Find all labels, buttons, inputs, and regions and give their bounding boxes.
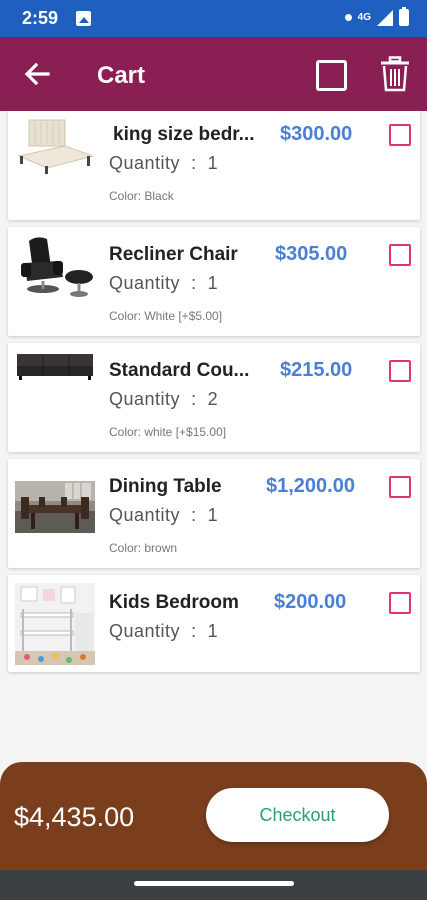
item-color: Color: White [+$5.00] xyxy=(109,309,223,323)
system-nav-bar xyxy=(0,870,427,900)
status-bar: 2:59 4G xyxy=(0,0,427,37)
item-checkbox[interactable] xyxy=(389,592,411,614)
image-notification-icon xyxy=(76,11,91,26)
item-quantity: Quantity : 1 xyxy=(109,505,219,525)
signal-icon xyxy=(377,9,393,26)
item-name: Standard Cou... xyxy=(109,360,250,381)
item-checkbox[interactable] xyxy=(389,360,411,382)
item-quantity: Quantity : 1 xyxy=(109,153,219,173)
item-checkbox[interactable] xyxy=(389,476,411,498)
select-all-checkbox[interactable] xyxy=(316,60,347,91)
item-price: $1,200.00 xyxy=(266,475,355,497)
item-checkbox[interactable] xyxy=(389,124,411,146)
bed-frame-image xyxy=(15,116,95,176)
status-time: 2:59 xyxy=(22,8,59,28)
cart-total: $4,435.00 xyxy=(14,802,135,832)
checkout-button[interactable]: Checkout xyxy=(206,788,389,842)
item-name: king size bedr... xyxy=(113,124,255,145)
kids-bedroom-image xyxy=(15,583,95,665)
dot-icon xyxy=(344,14,352,21)
item-name: Dining Table xyxy=(109,476,222,497)
home-indicator[interactable] xyxy=(134,881,294,886)
cart-item-card[interactable]: Standard Cou... $215.00 Quantity : 2 Col… xyxy=(8,343,420,452)
recliner-chair-image xyxy=(15,233,95,303)
trash-icon[interactable] xyxy=(380,56,410,92)
item-quantity: Quantity : 1 xyxy=(109,621,219,641)
item-name: Recliner Chair xyxy=(109,244,238,265)
item-color: Color: Black xyxy=(109,189,174,203)
item-price: $305.00 xyxy=(275,243,348,265)
cart-item-card[interactable]: king size bedr... $300.00 Quantity : 1 C… xyxy=(8,111,420,220)
cart-item-card[interactable]: Recliner Chair $305.00 Quantity : 1 Colo… xyxy=(8,227,420,336)
item-price: $200.00 xyxy=(274,591,347,613)
checkout-bar: $4,435.00 Checkout xyxy=(0,762,427,870)
app-bar: Cart xyxy=(0,37,427,111)
item-price: $300.00 xyxy=(280,123,353,145)
couch-image xyxy=(15,350,95,382)
item-price: $215.00 xyxy=(280,359,353,381)
dining-table-image xyxy=(15,481,95,533)
battery-icon xyxy=(399,7,409,26)
cart-list[interactable]: king size bedr... $300.00 Quantity : 1 C… xyxy=(0,111,427,761)
item-quantity: Quantity : 2 xyxy=(109,389,219,409)
item-quantity: Quantity : 1 xyxy=(109,273,219,293)
status-indicators: 4G xyxy=(344,7,409,26)
cart-item-card[interactable]: Kids Bedroom $200.00 Quantity : 1 xyxy=(8,575,420,672)
back-arrow-icon[interactable] xyxy=(22,59,52,89)
item-color: Color: brown xyxy=(109,541,178,555)
page-title: Cart xyxy=(97,62,146,89)
item-color: Color: white [+$15.00] xyxy=(109,425,227,439)
network-type: 4G xyxy=(357,12,371,23)
item-checkbox[interactable] xyxy=(389,244,411,266)
item-name: Kids Bedroom xyxy=(109,592,239,613)
cart-item-card[interactable]: Dining Table $1,200.00 Quantity : 1 Colo… xyxy=(8,459,420,568)
